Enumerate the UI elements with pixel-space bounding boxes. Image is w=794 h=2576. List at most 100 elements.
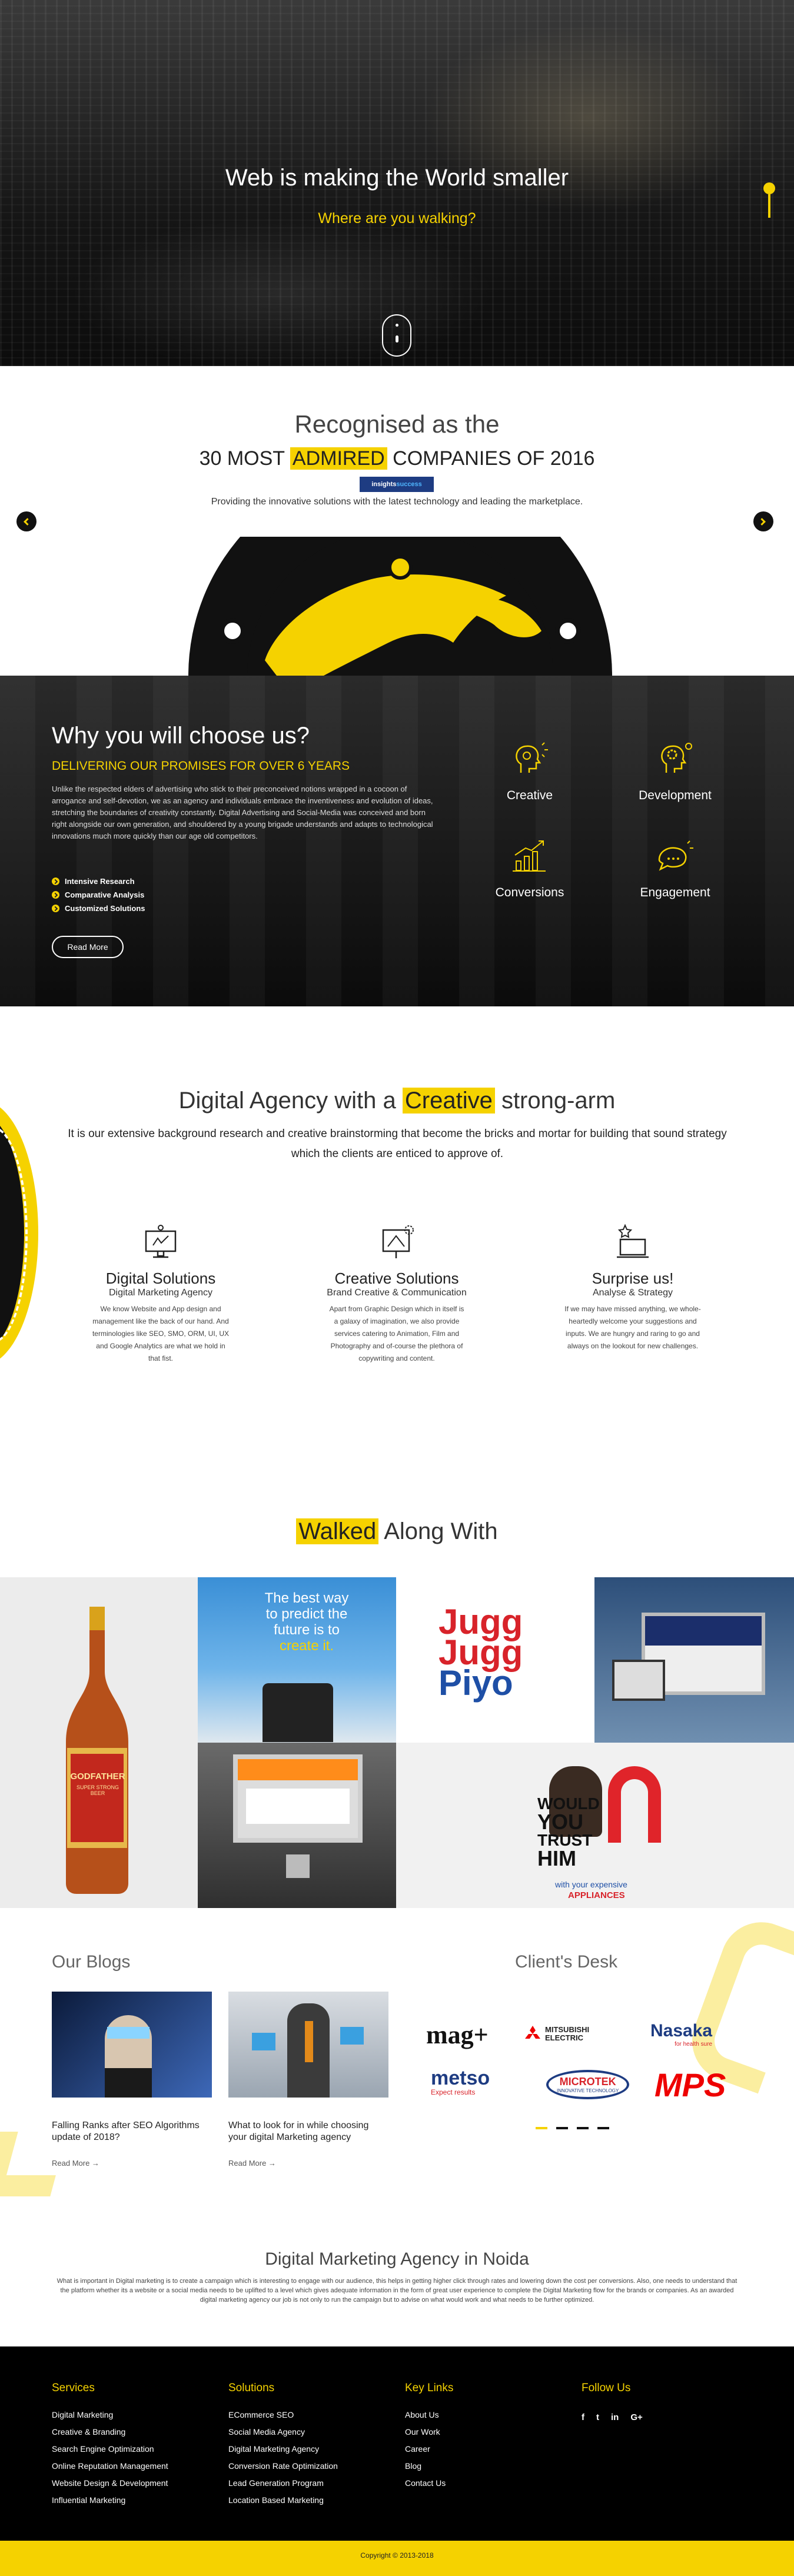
portfolio-devices-tile[interactable] [594, 1577, 794, 1743]
service-title: Digital Solutions [105, 1269, 216, 1287]
client-logo-nasaka[interactable]: Nasaka for health sure [650, 2021, 712, 2047]
jugg-line: Piyo [438, 1663, 513, 1703]
portfolio-predict-tile[interactable]: The best way to predict the future is to… [198, 1577, 396, 1743]
why-body: Unlike the respected elders of advertisi… [52, 785, 433, 840]
footer-link[interactable]: Lead Generation Program [228, 2478, 338, 2488]
mouse-scroll-icon[interactable] [382, 314, 411, 357]
linkedin-icon[interactable]: in [611, 2412, 619, 2422]
footer-link[interactable]: Online Reputation Management [52, 2461, 168, 2471]
footer-link[interactable]: Search Engine Optimization [52, 2444, 168, 2454]
blog-read-more-link[interactable]: Read More → [52, 2159, 212, 2168]
blogs-clients-section: Our Blogs Falling Ranks after SEO Algori… [0, 1908, 794, 2346]
footer-link[interactable]: Digital Marketing Agency [228, 2444, 338, 2454]
read-more-button[interactable]: Read More [52, 936, 124, 958]
footer-follow: Follow Us f t in G+ [582, 2382, 643, 2422]
noida-title: Digital Marketing Agency in Noida [265, 2249, 529, 2269]
blog-title[interactable]: Falling Ranks after SEO Algorithms updat… [52, 2120, 212, 2143]
footer-column-title: Key Links [405, 2382, 454, 2394]
carousel-dot-active[interactable] [536, 2127, 547, 2129]
walked-highlight: Walked [296, 1518, 379, 1544]
hero-section: Web is making the World smaller Where ar… [0, 0, 794, 366]
chevron-left-icon[interactable] [16, 511, 36, 531]
service-subtitle: Analyse & Strategy [592, 1288, 673, 1298]
blog-card[interactable]: What to look for in while choosing your … [228, 1992, 388, 2168]
footer-link[interactable]: Digital Marketing [52, 2410, 168, 2419]
footer-link[interactable]: Career [405, 2444, 453, 2454]
recognition-line2: 30 MOST ADMIRED COMPANIES OF 2016 [0, 447, 794, 470]
copyright-bar: Copyright © 2013-2018 [0, 2541, 794, 2576]
engagement-chat-icon [658, 840, 693, 871]
blog-card[interactable]: Falling Ranks after SEO Algorithms updat… [52, 1992, 212, 2168]
portfolio-grid: GODFATHER SUPER STRONG BEER The best way… [0, 1577, 794, 1908]
portfolio-trust-tile[interactable]: WOULD YOU TRUST HIM with your expensive … [396, 1743, 794, 1908]
predict-line: create it. [279, 1638, 334, 1654]
noida-text: What is important in Digital marketing i… [57, 2278, 737, 2304]
footer-link[interactable]: Location Based Marketing [228, 2495, 338, 2505]
footer-key-links: Key Links About Us Our Work Career Blog … [405, 2382, 453, 2495]
agency-pre: Digital Agency with a [178, 1088, 403, 1114]
trust-line: YOU [537, 1810, 584, 1834]
agency-highlight: Creative [402, 1088, 495, 1114]
yellow-dot-icon [763, 182, 775, 194]
footer-link[interactable]: ECommerce SEO [228, 2410, 338, 2419]
why-bullets: Intensive Research Comparative Analysis … [52, 877, 145, 918]
hero-title: Web is making the World smaller [225, 165, 569, 191]
question-mark-image [608, 1766, 661, 1843]
why-tagline: DELIVERING OUR PROMISES FOR OVER 6 YEARS [52, 759, 350, 773]
surprise-laptop-star-icon [617, 1224, 649, 1258]
footer-link[interactable]: Conversion Rate Optimization [228, 2461, 338, 2471]
clients-title: Client's Desk [515, 1952, 618, 1972]
footer-link[interactable]: Influential Marketing [52, 2495, 168, 2505]
footer-link[interactable]: Creative & Branding [52, 2427, 168, 2437]
imac-screen [233, 1754, 363, 1843]
footer-link[interactable]: Social Media Agency [228, 2427, 338, 2437]
creative-head-icon [516, 742, 548, 773]
yellow-line-decoration [768, 194, 770, 218]
digital-monitor-icon [145, 1225, 177, 1258]
twitter-icon[interactable]: t [596, 2412, 599, 2422]
trust-sub: with your expensive [555, 1880, 627, 1889]
chevron-right-icon[interactable] [753, 511, 773, 531]
road-decoration [0, 1101, 38, 1365]
hero-subtitle: Where are you walking? [318, 210, 476, 227]
trust-line: HIM [537, 1846, 576, 1870]
carousel-dot[interactable] [556, 2127, 568, 2129]
imac-stand [286, 1854, 310, 1878]
footer-link[interactable]: Our Work [405, 2427, 453, 2437]
footer-link[interactable]: Blog [405, 2461, 453, 2471]
carousel-dot[interactable] [577, 2127, 589, 2129]
service-title: Surprise us! [592, 1269, 674, 1287]
bullet-item: Intensive Research [52, 877, 145, 886]
carousel-dot[interactable] [597, 2127, 609, 2129]
client-logo-mag[interactable]: mag+ [426, 2020, 489, 2050]
blog-read-more-link[interactable]: Read More → [228, 2159, 388, 2168]
badge-a: insights [371, 481, 397, 488]
footer-link[interactable]: Website Design & Development [52, 2478, 168, 2488]
client-logo-metso[interactable]: metso Expect results [431, 2068, 490, 2096]
why-section: Why you will choose us? DELIVERING OUR P… [0, 676, 794, 1006]
development-gear-head-icon [661, 743, 692, 773]
agency-post: strong-arm [494, 1088, 616, 1114]
walked-title: Walked Along With [0, 1518, 794, 1545]
portfolio-imac-tile[interactable] [198, 1743, 396, 1908]
client-logo-mitsubishi[interactable]: MITSUBISHI ELECTRIC [524, 2026, 606, 2042]
client-logo-microtek[interactable]: MICROTEK INNOVATIVE TECHNOLOGY [546, 2070, 630, 2099]
feature-engagement: Engagement [631, 837, 719, 900]
footer-link[interactable]: Contact Us [405, 2478, 453, 2488]
feature-creative: Creative [486, 740, 574, 803]
footer-column-title: Solutions [228, 2382, 275, 2394]
trust-appliances: APPLIANCES [568, 1890, 625, 1900]
blogs-title: Our Blogs [52, 1952, 131, 1972]
portfolio-beer-tile[interactable]: GODFATHER SUPER STRONG BEER [0, 1577, 198, 1908]
client-logo-mps[interactable]: MPS [655, 2066, 726, 2104]
portfolio-jugg-tile[interactable]: Jugg Jugg Piyo [396, 1577, 594, 1743]
client-logo-sub: INNOVATIVE TECHNOLOGY [557, 2088, 619, 2093]
service-subtitle: Brand Creative & Communication [327, 1288, 467, 1298]
service-subtitle: Digital Marketing Agency [108, 1288, 213, 1298]
facebook-icon[interactable]: f [582, 2412, 584, 2422]
blog-title[interactable]: What to look for in while choosing your … [228, 2120, 388, 2143]
service-text: Apart from Graphic Design which in itsel… [329, 1305, 464, 1362]
insights-success-logo: insightssuccess [360, 477, 434, 492]
google-plus-icon[interactable]: G+ [630, 2412, 642, 2422]
footer-link[interactable]: About Us [405, 2410, 453, 2419]
